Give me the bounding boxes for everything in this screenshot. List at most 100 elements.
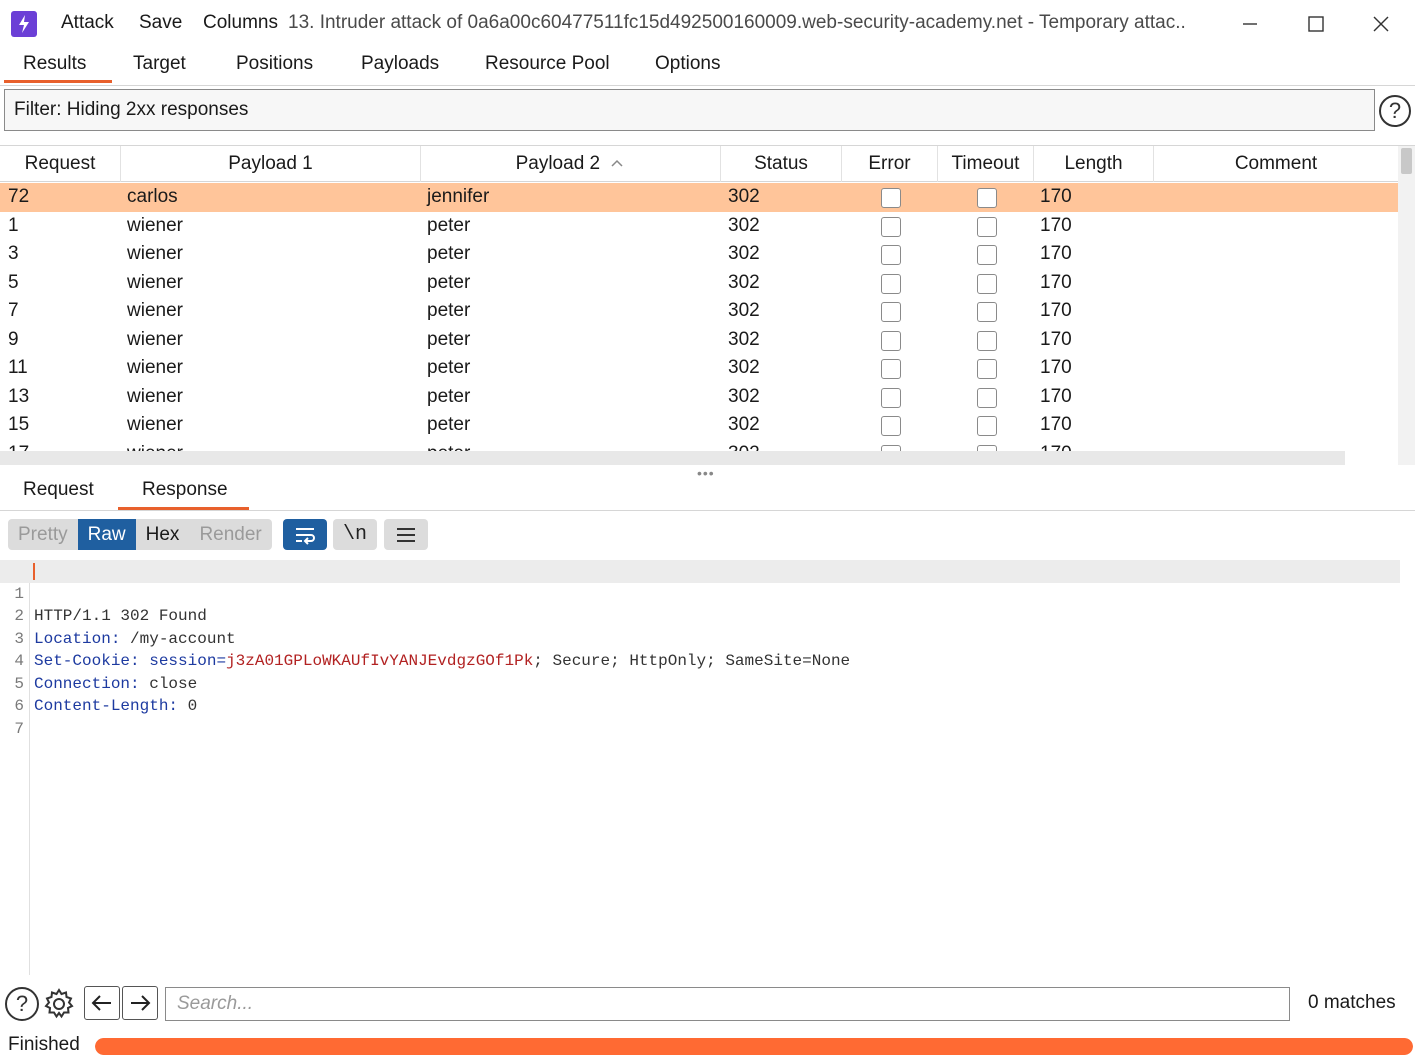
cell-request: 5 [8,271,19,293]
table-row[interactable]: 3 wiener peter 302 170 [0,240,1398,269]
view-pretty-button[interactable]: Pretty [8,519,78,550]
cell-payload2: peter [427,271,471,293]
active-message-tab-indicator [118,507,249,510]
column-header-comment[interactable]: Comment [1154,146,1398,182]
cell-payload1: wiener [127,271,183,293]
menu-columns[interactable]: Columns [203,12,278,34]
cell-payload1: wiener [127,357,183,378]
close-button[interactable] [1361,8,1401,40]
title-bar: Attack Save Columns 13. Intruder attack … [0,0,1415,48]
minimize-button[interactable] [1230,8,1270,40]
error-checkbox[interactable] [881,416,901,436]
error-checkbox[interactable] [881,188,901,208]
editor-line: 2 Location: /my-account [0,583,1400,648]
column-header-payload1[interactable]: Payload 1 [121,146,421,182]
hamburger-menu-icon [397,527,415,542]
timeout-checkbox[interactable] [977,245,997,265]
menu-save[interactable]: Save [139,12,182,34]
cell-payload2: peter [427,357,471,378]
timeout-checkbox[interactable] [977,273,997,294]
show-newlines-button[interactable]: \n [333,519,377,550]
cell-length: 170 [1040,328,1072,350]
table-body: 72 carlos jennifer 302 170 1 wiener peter 302 170… [0,183,1398,465]
tab-positions[interactable]: Positions [236,53,313,75]
word-wrap-button[interactable] [283,519,327,550]
column-header-payload2[interactable]: Payload 2 [421,146,721,182]
table-row[interactable]: 11 wiener peter 302 170 [0,354,1398,383]
timeout-checkbox[interactable] [977,387,997,408]
cell-payload1: carlos [127,186,178,207]
previous-match-button[interactable] [84,986,120,1020]
error-checkbox[interactable] [881,245,901,265]
cell-payload1: wiener [127,328,183,350]
timeout-checkbox[interactable] [977,359,997,379]
timeout-checkbox[interactable] [977,330,997,351]
maximize-button[interactable] [1296,8,1336,40]
table-horizontal-scrollbar[interactable] [0,451,1345,465]
filter-bar[interactable]: Filter: Hiding 2xx responses [4,89,1375,131]
minimize-icon [1243,23,1257,25]
view-hex-button[interactable]: Hex [136,519,190,550]
view-render-button[interactable]: Render [189,519,271,550]
column-header-error[interactable]: Error [842,146,938,182]
column-header-status[interactable]: Status [721,146,842,182]
error-checkbox[interactable] [881,273,901,294]
view-raw-button[interactable]: Raw [77,519,136,550]
tab-request[interactable]: Request [23,479,94,501]
active-tab-indicator [4,80,112,83]
table-row[interactable]: 5 wiener peter 302 170 [0,269,1398,298]
filter-help-icon[interactable]: ? [1379,95,1411,127]
error-checkbox[interactable] [881,359,901,379]
cell-request: 1 [8,214,19,236]
help-button[interactable]: ? [5,987,39,1021]
column-header-timeout[interactable]: Timeout [938,146,1034,182]
split-divider[interactable]: ••• [0,465,1415,481]
help-icon: ? [5,987,39,1021]
error-checkbox[interactable] [881,387,901,408]
menu-attack[interactable]: Attack [61,12,114,34]
tab-response[interactable]: Response [142,479,228,501]
next-match-button[interactable] [122,986,158,1020]
scrollbar-thumb[interactable] [1401,148,1412,174]
response-editor[interactable]: 1 HTTP/1.1 302 Found 2 Location: /my-acc… [0,560,1415,975]
sort-ascending-icon [611,159,623,167]
timeout-checkbox[interactable] [977,188,997,208]
cell-payload2: peter [427,414,471,435]
line-number: 7 [14,719,24,738]
tab-options[interactable]: Options [655,53,720,75]
error-checkbox[interactable] [881,302,901,322]
timeout-checkbox[interactable] [977,416,997,436]
column-header-length[interactable]: Length [1034,146,1154,182]
cell-length: 170 [1040,300,1072,321]
tab-target[interactable]: Target [133,53,186,75]
tab-results[interactable]: Results [23,53,86,75]
cell-status: 302 [728,414,760,435]
search-input[interactable] [165,987,1290,1021]
timeout-checkbox[interactable] [977,302,997,322]
table-vertical-scrollbar[interactable] [1398,146,1415,465]
error-checkbox[interactable] [881,216,901,237]
options-menu-button[interactable] [384,519,428,550]
timeout-checkbox[interactable] [977,216,997,237]
table-row[interactable]: 72 carlos jennifer 302 170 [0,183,1398,212]
column-header-request[interactable]: Request [0,146,121,182]
error-checkbox[interactable] [881,330,901,351]
cell-payload2: peter [427,300,471,321]
arrow-right-icon [131,995,151,1011]
window-title: 13. Intruder attack of 0a6a00c60477511fc… [288,12,1186,33]
table-row[interactable]: 7 wiener peter 302 170 [0,297,1398,326]
table-row[interactable]: 15 wiener peter 302 170 [0,411,1398,440]
maximize-icon [1308,16,1324,32]
settings-button[interactable] [42,987,76,1021]
table-row[interactable]: 13 wiener peter 302 170 [0,383,1398,412]
table-row[interactable]: 1 wiener peter 302 170 [0,212,1398,241]
tab-payloads[interactable]: Payloads [361,53,439,75]
view-mode-group: Pretty Raw Hex Render [8,519,272,550]
attack-status: Finished [8,1034,80,1055]
cell-status: 302 [728,300,760,321]
cell-status: 302 [728,328,760,350]
tab-resource-pool[interactable]: Resource Pool [485,53,610,75]
editor-line: 3 Set-Cookie: session=j3zA01GPLoWKAUfIvY… [0,605,1400,671]
cell-payload1: wiener [127,385,183,407]
table-row[interactable]: 9 wiener peter 302 170 [0,326,1398,355]
